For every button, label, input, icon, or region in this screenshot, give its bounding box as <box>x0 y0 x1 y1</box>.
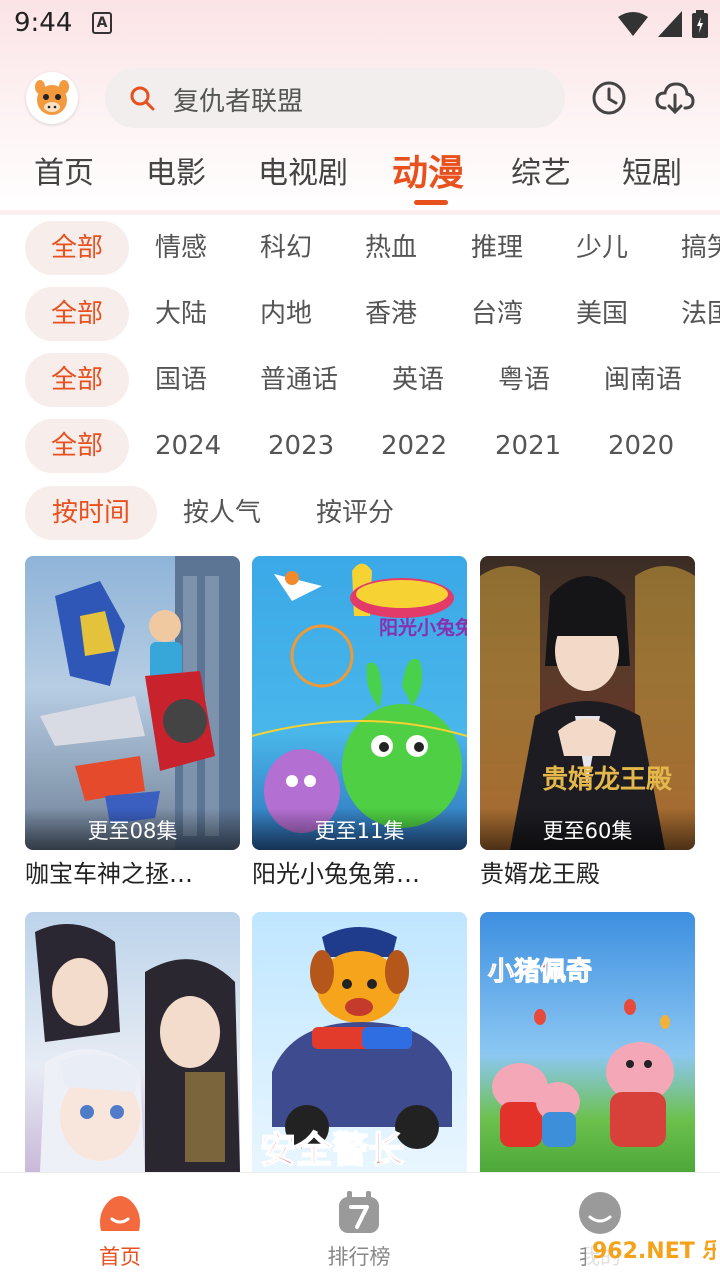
filter-chip[interactable]: 2023 <box>268 419 334 473</box>
app-logo[interactable] <box>26 72 78 124</box>
robot-poster-art <box>40 556 240 850</box>
peppa-poster-art: 小猪佩奇 <box>488 957 674 1147</box>
episode-label: 更至11集 <box>252 808 467 850</box>
filter-chip[interactable]: 少儿 <box>576 221 628 275</box>
home-icon <box>100 1196 140 1231</box>
wifi-icon <box>618 12 648 36</box>
video-card[interactable] <box>25 912 240 1172</box>
watermark-text: 962.NET 乐游网 <box>592 1238 716 1264</box>
active-tab-indicator <box>414 200 448 205</box>
filter-chip[interactable]: 粤语 <box>498 353 550 407</box>
card-title[interactable]: 阳光小兔兔第… <box>252 854 467 889</box>
tab-tv-series[interactable]: 电视剧 <box>258 148 348 192</box>
filter-chip[interactable]: 法国 <box>681 287 720 341</box>
history-icon[interactable] <box>591 80 627 120</box>
video-card[interactable]: 阳光小兔兔 更至11集 阳光小兔兔第… <box>252 556 467 889</box>
filter-language: 全部 国语 普通话 英语 粤语 闽南语 <box>0 353 720 409</box>
poster-text: 安全警长 <box>260 1129 404 1171</box>
filter-region: 全部 大陆 内地 香港 台湾 美国 法国 <box>0 287 720 343</box>
watermark: 962.NET 乐游网 <box>586 1226 720 1280</box>
signal-icon <box>658 11 682 37</box>
sort-chip[interactable]: 按评分 <box>316 486 394 540</box>
camel-logo-icon <box>35 80 69 115</box>
sort-chip[interactable]: 按时间 <box>25 486 157 540</box>
poster-text: 贵婿龙王殿 <box>542 765 672 795</box>
notification-a-icon: A <box>92 12 112 34</box>
poster-image[interactable] <box>25 912 240 1172</box>
filter-chip[interactable]: 推理 <box>471 221 523 275</box>
anime-couple-poster-art <box>35 924 240 1172</box>
tab-short-drama[interactable]: 短剧 <box>622 148 682 192</box>
poster-image[interactable]: 阳光小兔兔 更至11集 <box>252 556 467 850</box>
poster-text: 小猪佩奇 <box>488 957 592 987</box>
divider <box>0 210 720 215</box>
filter-chip[interactable]: 台湾 <box>471 287 523 341</box>
category-tabs: 首页 电影 电视剧 动漫 综艺 短剧 <box>0 142 720 208</box>
filter-chip[interactable]: 热血 <box>365 221 417 275</box>
filter-chip[interactable]: 普通话 <box>260 353 338 407</box>
filter-chip[interactable]: 国语 <box>155 353 207 407</box>
poster-image[interactable]: 更至08集 <box>25 556 240 850</box>
cloud-download-icon[interactable] <box>655 80 695 120</box>
bottom-nav-label: 排行榜 <box>327 1245 391 1269</box>
filter-chip[interactable]: 搞笑 <box>681 221 720 275</box>
card-title[interactable]: 咖宝车神之拯… <box>25 854 240 889</box>
filter-sort: 按时间 按人气 按评分 <box>0 486 720 542</box>
bottom-nav-label: 首页 <box>99 1245 141 1269</box>
bottom-nav-ranking[interactable]: 排行榜 <box>299 1173 419 1280</box>
episode-label: 更至60集 <box>480 808 695 850</box>
tab-movies[interactable]: 电影 <box>146 148 206 192</box>
search-row: 复仇者联盟 <box>0 66 720 130</box>
episode-label: 更至08集 <box>25 808 240 850</box>
filter-genre: 全部 情感 科幻 热血 推理 少儿 搞笑 <box>0 221 720 277</box>
video-card[interactable]: 贵婿龙王殿 更至60集 贵婿龙王殿 <box>480 556 695 889</box>
filter-chip[interactable]: 2024 <box>155 419 221 473</box>
poster-image[interactable]: 贵婿龙王殿 更至60集 <box>480 556 695 850</box>
bottom-nav-home[interactable]: 首页 <box>60 1173 180 1280</box>
filter-chip[interactable]: 美国 <box>576 287 628 341</box>
filter-chip[interactable]: 2020 <box>608 419 674 473</box>
ranking-icon <box>339 1191 379 1233</box>
filter-chip[interactable]: 全部 <box>25 353 129 407</box>
filter-chip[interactable]: 大陆 <box>155 287 207 341</box>
search-input[interactable]: 复仇者联盟 <box>173 81 303 118</box>
poster-image[interactable]: 小猪佩奇 <box>480 912 695 1172</box>
poster-text: 阳光小兔兔 <box>379 616 467 639</box>
filter-chip[interactable]: 内地 <box>260 287 312 341</box>
filter-chip[interactable]: 英语 <box>392 353 444 407</box>
filter-chip[interactable]: 香港 <box>365 287 417 341</box>
filter-chip[interactable]: 2021 <box>495 419 561 473</box>
bunny-poster-art: 阳光小兔兔 <box>252 563 467 833</box>
tab-anime[interactable]: 动漫 <box>392 144 464 196</box>
filter-chip[interactable]: 情感 <box>155 221 207 275</box>
filter-year: 全部 2024 2023 2022 2021 2020 <box>0 419 720 475</box>
filter-chip[interactable]: 闽南语 <box>604 353 682 407</box>
video-card[interactable]: 小猪佩奇 <box>480 912 695 1172</box>
status-time: 9:44 <box>14 8 73 38</box>
poster-image[interactable]: 安全警长 <box>252 912 467 1172</box>
police-dog-poster-art: 安全警长 <box>259 927 452 1172</box>
search-icon <box>129 85 155 115</box>
tab-home[interactable]: 首页 <box>34 148 94 192</box>
filter-chip[interactable]: 全部 <box>25 287 129 341</box>
filter-chip[interactable]: 全部 <box>25 419 129 473</box>
filter-chip[interactable]: 全部 <box>25 221 129 275</box>
card-title[interactable]: 贵婿龙王殿 <box>480 854 695 889</box>
battery-icon <box>692 10 708 38</box>
tab-variety[interactable]: 综艺 <box>511 148 571 192</box>
filter-chip[interactable]: 2022 <box>381 419 447 473</box>
status-bar: 9:44 A <box>0 0 720 50</box>
anime-man-poster-art: 贵婿龙王殿 <box>480 566 695 850</box>
filter-chip[interactable]: 科幻 <box>260 221 312 275</box>
sort-chip[interactable]: 按人气 <box>183 486 261 540</box>
search-box[interactable]: 复仇者联盟 <box>105 68 565 128</box>
video-card[interactable]: 安全警长 <box>252 912 467 1172</box>
video-card[interactable]: 更至08集 咖宝车神之拯… <box>25 556 240 889</box>
